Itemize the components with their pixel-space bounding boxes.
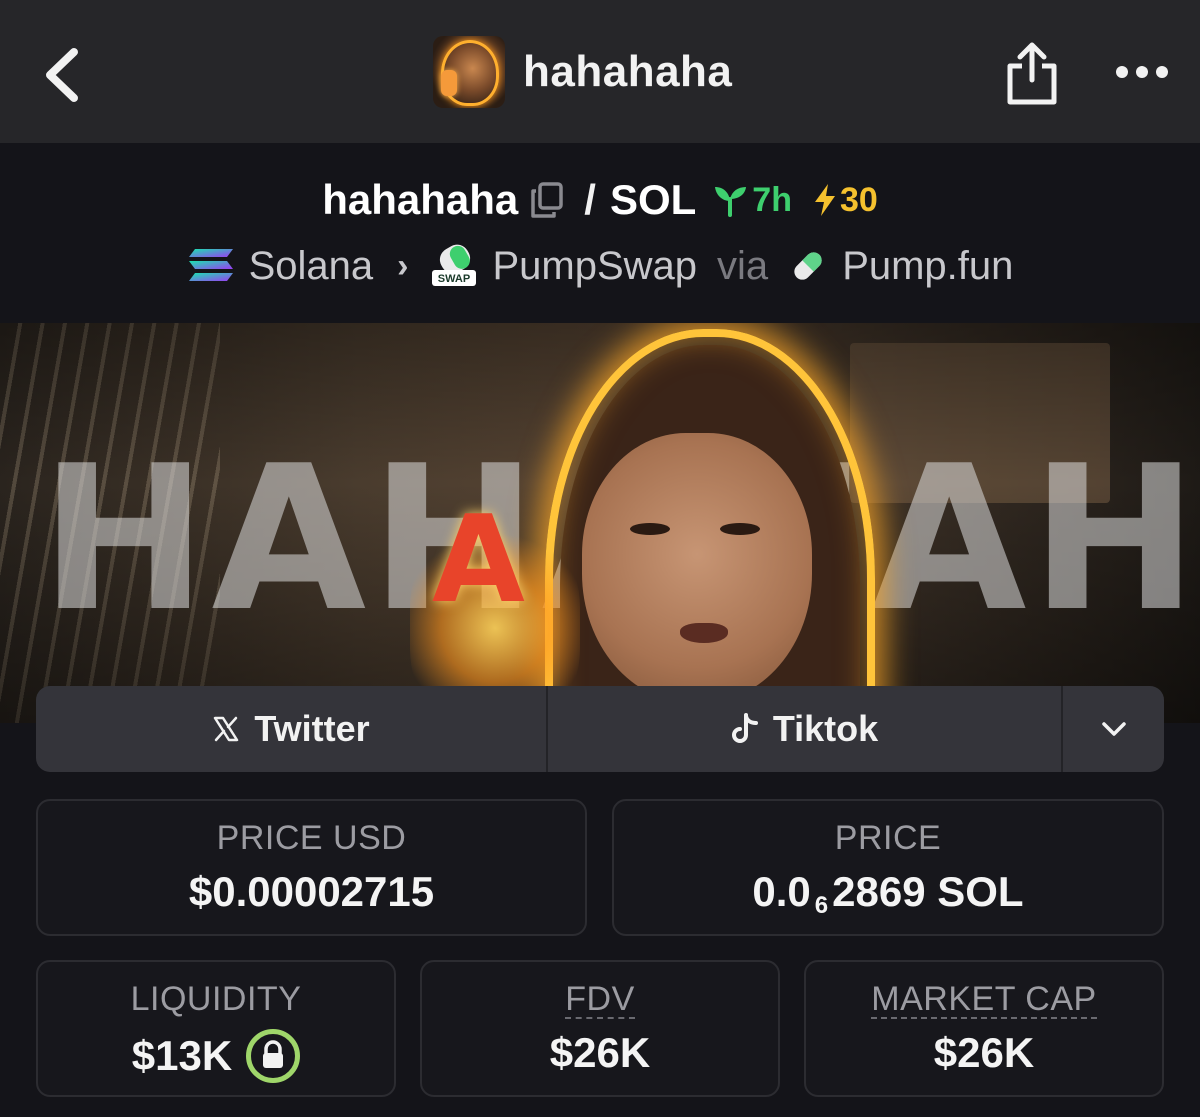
social-links-bar: Twitter Tiktok [36,686,1164,772]
chain-name: Solana [248,243,374,288]
fdv-card: FDV $26K [420,960,780,1097]
price-usd-label: PRICE USD [216,819,407,857]
glowing-letter: A [432,491,525,630]
liquidity-card: LIQUIDITY $13K [36,960,396,1097]
chain-link[interactable]: Solana [187,243,374,289]
lightning-icon [814,184,835,216]
copy-icon [531,182,564,218]
price-native-value: 0.0 6 2869 SOL [614,868,1162,919]
market-cap-value: $26K [933,1029,1035,1076]
pair-separator: / [584,176,596,223]
market-cap-label[interactable]: MARKET CAP [871,981,1097,1019]
tiktok-logo-icon [731,713,758,743]
share-icon [1007,42,1057,105]
price-label: PRICE [834,819,942,857]
seedling-icon [715,187,747,217]
chevron-down-icon [1101,722,1126,736]
person-face [582,433,812,703]
price-suffix: 2869 SOL [832,868,1024,915]
token-title: hahahaha [433,36,732,108]
pill-icon [794,252,822,280]
liquidity-label: LIQUIDITY [130,980,302,1018]
launchpad-link[interactable]: Pump.fun [788,244,1013,289]
fdv-value: $26K [549,1029,651,1076]
price-usd-value: $0.00002715 [188,868,435,915]
more-socials-button[interactable] [1063,686,1164,772]
boost-count: 30 [839,180,878,219]
tiktok-label: Tiktok [772,708,879,749]
share-button[interactable] [1002,40,1062,106]
page-title: hahahaha [523,47,733,96]
launchpad-name: Pump.fun [842,243,1014,288]
price-prefix: 0.0 [752,868,811,915]
token-avatar [433,36,505,108]
x-logo-icon [214,716,239,742]
liquidity-value: $13K [131,1032,233,1079]
top-bar: hahahaha [0,0,1200,143]
quote-token-symbol: SOL [609,176,697,223]
tiktok-link-button[interactable]: Tiktok [548,686,1063,772]
chevron-left-icon [46,48,78,102]
token-banner-image: HAHAHAHA A [0,323,1200,723]
back-button[interactable] [36,40,92,110]
via-label: via [717,243,769,288]
dex-link[interactable]: SWAP PumpSwap [430,244,697,289]
market-cap-card: MARKET CAP $26K [804,960,1164,1097]
copy-address-button[interactable] [530,181,564,219]
price-zero-count: 6 [814,892,829,919]
boost-badge[interactable]: 30 [812,181,878,220]
dex-name: PumpSwap [492,243,698,288]
dex-badge-text: SWAP [438,273,470,285]
liquidity-lock-icon[interactable] [246,1029,301,1083]
more-options-button[interactable] [1110,52,1174,92]
base-token-symbol: hahahaha [322,176,519,223]
pumpswap-icon: SWAP [432,244,477,286]
liquidity-row: $13K [38,1029,394,1083]
breadcrumb-chevron-icon: › [397,246,409,285]
twitter-link-button[interactable]: Twitter [36,686,548,772]
price-native-card: PRICE 0.0 6 2869 SOL [612,799,1164,936]
price-usd-card: PRICE USD $0.00002715 [36,799,587,936]
more-horizontal-icon [1116,66,1168,78]
breadcrumb: Solana › SWAP PumpSwap via Pump.fun [0,238,1200,294]
solana-icon [188,249,233,281]
pair-header: hahahaha / SOL 7h 30 [0,170,1200,230]
pair-age-value: 7h [752,180,792,219]
twitter-label: Twitter [254,708,370,749]
pair-age: 7h [712,181,792,220]
fdv-label[interactable]: FDV [565,981,635,1019]
